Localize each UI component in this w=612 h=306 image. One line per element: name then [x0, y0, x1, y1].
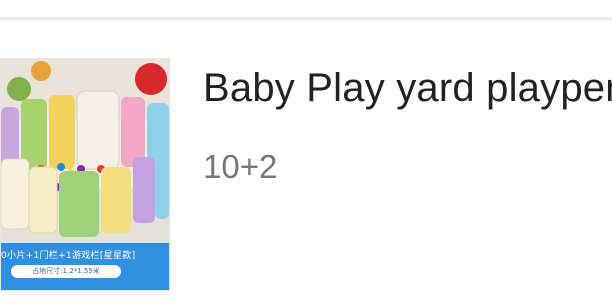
image-caption: 0小片+1门栏+1游戏栏[星星款] — [1, 251, 136, 261]
image-caption-band: 0小片+1门栏+1游戏栏[星星款] 占地尺寸:1.2*1.55米 — [1, 243, 169, 290]
product-title[interactable]: Baby Play yard playpen — [203, 66, 612, 111]
product-subtitle: 10+2 — [203, 148, 278, 185]
product-list-item[interactable]: 0小片+1门栏+1游戏栏[星星款] 占地尺寸:1.2*1.55米 Baby Pl… — [0, 20, 612, 306]
image-size-note: 占地尺寸:1.2*1.55米 — [11, 265, 121, 278]
product-thumbnail[interactable]: 0小片+1门栏+1游戏栏[星星款] 占地尺寸:1.2*1.55米 — [0, 58, 170, 291]
